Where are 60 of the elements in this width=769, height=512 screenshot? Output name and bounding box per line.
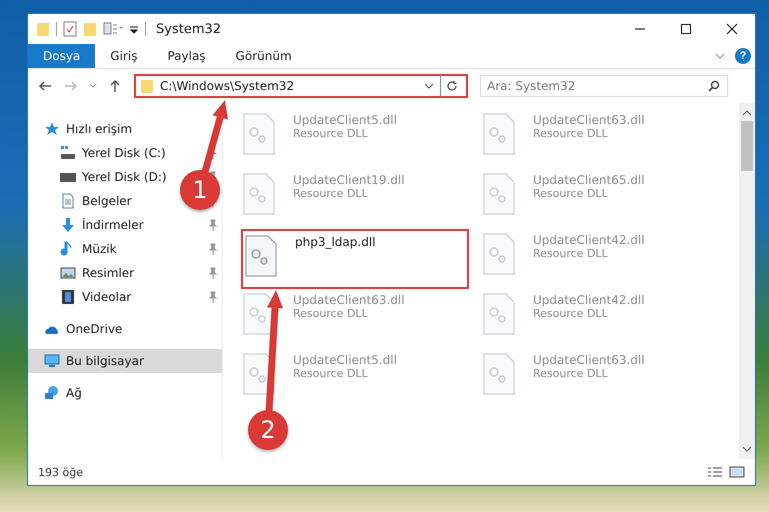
sidebar-item[interactable]: Videolar xyxy=(28,285,178,309)
gear-document-icon xyxy=(483,233,515,275)
gear-document-icon xyxy=(243,173,275,215)
sidebar-item[interactable]: Hızlı erişim xyxy=(28,117,222,141)
expand-ribbon-icon[interactable] xyxy=(715,53,725,59)
ribbon-tab[interactable]: Paylaş xyxy=(152,44,221,68)
gear-document-icon xyxy=(243,353,275,395)
globe-icon xyxy=(44,385,60,401)
ribbon-tab[interactable]: Dosya xyxy=(28,44,96,68)
search-field[interactable]: Ara: System32 xyxy=(480,75,728,97)
gear-document-icon xyxy=(483,113,515,155)
gear-document-icon xyxy=(245,235,277,277)
file-item[interactable]: php3_ldap.dll xyxy=(241,229,469,289)
help-button[interactable]: ? xyxy=(735,48,751,64)
gear-document-icon xyxy=(243,113,275,155)
back-arrow-icon xyxy=(38,80,52,92)
gear-document-icon xyxy=(483,293,515,335)
sidebar-item[interactable]: Yerel Disk (C:) xyxy=(28,141,178,165)
sidebar-item[interactable]: Müzik xyxy=(28,237,178,261)
maximize-icon xyxy=(680,23,692,35)
forward-arrow-icon xyxy=(64,80,78,92)
folder-icon xyxy=(36,21,50,37)
picture-icon xyxy=(60,265,76,281)
dropdown-icon[interactable] xyxy=(424,83,434,89)
sidebar-item[interactable]: Belgeler xyxy=(28,189,178,213)
document-icon xyxy=(60,193,76,209)
sidebar-item[interactable]: Ağ xyxy=(28,381,222,405)
star-icon xyxy=(44,121,60,137)
large-icons-view-icon xyxy=(729,466,745,478)
refresh-icon xyxy=(446,80,458,92)
sidebar-item[interactable]: OneDrive xyxy=(28,317,222,341)
sidebar-item[interactable]: Resimler xyxy=(28,261,178,285)
checklist-icon xyxy=(63,21,77,37)
search-icon xyxy=(708,80,720,92)
drive-icon xyxy=(60,145,76,161)
window-title: System32 xyxy=(156,22,222,36)
minimize-icon xyxy=(634,28,646,30)
film-icon xyxy=(60,289,76,305)
scroll-down-icon[interactable] xyxy=(742,445,752,453)
folder-icon xyxy=(83,21,97,37)
sidebar-item[interactable]: Bu bilgisayar xyxy=(28,349,222,373)
close-icon xyxy=(726,23,738,35)
scrollbar-thumb[interactable] xyxy=(741,121,753,171)
properties-icon xyxy=(103,21,123,37)
monitor-icon xyxy=(44,353,60,369)
ribbon-tab[interactable]: Giriş xyxy=(95,44,152,68)
chevron-down-icon xyxy=(89,83,97,89)
download-arrow-icon xyxy=(60,217,76,233)
gear-document-icon xyxy=(483,353,515,395)
scrollbar[interactable] xyxy=(739,103,755,459)
gear-document-icon xyxy=(483,173,515,215)
folder-icon xyxy=(140,78,154,94)
sidebar-item[interactable]: Yerel Disk (D:) xyxy=(28,165,178,189)
up-arrow-icon xyxy=(109,79,121,93)
sidebar-item[interactable]: İndirmeler xyxy=(28,213,178,237)
ribbon-tab[interactable]: Görünüm xyxy=(220,44,307,68)
address-field[interactable]: C:\Windows\System32 xyxy=(134,74,468,98)
item-count: 193 öğe xyxy=(38,466,83,478)
scroll-up-icon[interactable] xyxy=(742,109,752,117)
details-view-icon xyxy=(707,466,723,478)
